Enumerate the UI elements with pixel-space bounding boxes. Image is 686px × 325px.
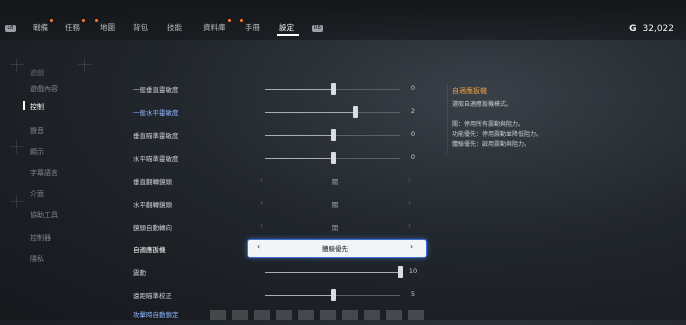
setting-row-vibration[interactable]: 震動 10 [125,263,430,283]
setting-row-long-range-aim-assist[interactable]: 遠距瞄準校正 5 [125,286,430,306]
sidebar-item-sound[interactable]: 聲音 [30,126,44,136]
sidebar-item-accessibility[interactable]: 協助工具 [30,210,58,220]
chevron-left-icon[interactable]: ‹ [260,198,263,207]
tab-skills[interactable]: 技能 [167,22,182,33]
setting-row-horizontal-aim-sensitivity[interactable]: 水平瞄準靈敏度 0 [125,149,430,169]
setting-label: 鏡頭自動轉向 [133,224,172,232]
setting-label: 自適應扳機 [133,246,166,254]
sidebar-item-subtitle-language[interactable]: 字幕語言 [30,168,58,178]
slider-handle[interactable] [330,83,336,95]
slider-track[interactable] [265,106,400,118]
info-title: 自適應扳機 [452,87,487,95]
tab-map[interactable]: 地圖 [95,19,115,33]
notification-dot-icon [227,19,231,22]
tab-settings[interactable]: 設定 [279,22,294,33]
info-description: 選取自適應扳機模式。 [452,101,513,108]
slider-fill [265,135,333,136]
slider-fill [265,272,400,273]
setting-value: 關 [331,178,339,186]
active-tab-indicator [277,34,299,36]
slider-track[interactable] [265,266,403,278]
setting-value: 體驗優先 [322,245,348,253]
notification-dot-icon [50,19,53,22]
setting-label: 水平瞄準靈敏度 [133,155,179,163]
setting-row-invert-horizontal-camera[interactable]: 水平翻轉鏡頭 ‹ 關 › [125,195,430,215]
slider-track[interactable] [265,83,400,95]
setting-value: 10 [408,267,418,275]
slider-handle[interactable] [398,266,403,278]
sidebar-item-controls[interactable]: 控制 [30,102,44,112]
slider-handle[interactable] [353,106,359,118]
notification-dot-icon [82,19,85,22]
info-line-function-priority: 功能優先：停用震動並降低阻力。 [452,131,543,138]
setting-value: 開 [331,224,339,232]
top-nav-bar: LB 戰備 任務 地圖 背包 技能 資料庫 手冊 設定 RB G 32,022 [0,0,686,40]
slider-handle[interactable] [330,152,336,164]
setting-row-general-vertical-sensitivity[interactable]: 一般垂直靈敏度 0 [125,80,430,100]
sidebar-item-controller[interactable]: 控制器 [30,233,51,243]
slider-track[interactable] [265,289,400,301]
sidebar-active-marker [23,101,25,110]
sidebar-item-display[interactable]: 顯示 [30,147,44,157]
left-bumper-hint[interactable]: LB [5,25,16,32]
tab-missions[interactable]: 任務 [65,19,85,33]
tab-backpack[interactable]: 背包 [133,22,148,33]
bottom-decoration [210,310,430,320]
chevron-right-icon[interactable]: › [408,198,411,207]
decorative-cross-icon [10,140,24,154]
slider-track[interactable] [265,129,400,141]
setting-label: 震動 [133,269,146,277]
slider-handle[interactable] [330,129,336,141]
setting-label: 垂直翻轉鏡頭 [133,178,172,186]
setting-label: 一般垂直靈敏度 [133,86,179,94]
slider-fill [265,158,333,159]
notification-dot-icon [95,19,98,22]
setting-value: 2 [410,107,416,115]
info-line-experience-priority: 體驗優先：啟用震動與阻力。 [452,141,531,148]
slider-fill [265,295,333,296]
setting-row-general-horizontal-sensitivity[interactable]: 一般水平靈敏度 2 [125,103,430,123]
chevron-right-icon[interactable]: › [408,175,411,184]
setting-value: 5 [410,290,416,298]
chevron-right-icon[interactable]: › [408,221,411,230]
sidebar-item-interface[interactable]: 介面 [30,189,44,199]
slider-fill [265,112,356,113]
sidebar-item-game[interactable]: 遊戲 [30,68,44,78]
setting-label: 一般水平靈敏度 [133,109,179,117]
right-bumper-hint[interactable]: RB [312,25,323,32]
tab-manual[interactable]: 手冊 [240,19,260,33]
decorative-cross-icon [78,58,92,72]
setting-label: 水平翻轉鏡頭 [133,201,172,209]
tab-database[interactable]: 資料庫 [203,19,231,33]
slider-track[interactable] [265,152,400,164]
currency-value: 32,022 [642,24,675,34]
info-line-off: 關：停用所有震動與阻力。 [452,121,525,128]
chevron-right-icon[interactable]: › [410,242,413,251]
setting-row-camera-auto-turn[interactable]: 鏡頭自動轉向 ‹ 開 › [125,218,430,238]
sidebar-item-privacy[interactable]: 隱私 [30,254,44,264]
currency-display: G 32,022 [629,24,674,34]
sidebar-item-game-content[interactable]: 遊戲內容 [30,84,58,94]
setting-row-vertical-aim-sensitivity[interactable]: 垂直瞄準靈敏度 0 [125,126,430,146]
chevron-left-icon[interactable]: ‹ [260,175,263,184]
decorative-cross-icon [10,195,24,209]
setting-value: 關 [331,201,339,209]
setting-label: 攻擊時自動鎖定 [133,311,179,319]
chevron-left-icon[interactable]: ‹ [257,242,260,251]
notification-dot-icon [240,19,243,22]
setting-row-adaptive-triggers[interactable]: 自適應扳機 ‹ 體驗優先 › [125,240,430,260]
setting-label: 垂直瞄準靈敏度 [133,132,179,140]
slider-handle[interactable] [330,289,336,301]
tab-readiness[interactable]: 戰備 [33,19,53,33]
setting-row-invert-vertical-camera[interactable]: 垂直翻轉鏡頭 ‹ 關 › [125,172,430,192]
setting-label: 遠距瞄準校正 [133,292,172,300]
setting-value: 0 [410,153,416,161]
decorative-cross-icon [10,58,24,72]
info-panel-divider [447,84,448,154]
setting-value: 0 [410,84,416,92]
currency-icon: G [629,24,637,34]
chevron-left-icon[interactable]: ‹ [260,221,263,230]
slider-fill [265,89,333,90]
setting-value: 0 [410,130,416,138]
